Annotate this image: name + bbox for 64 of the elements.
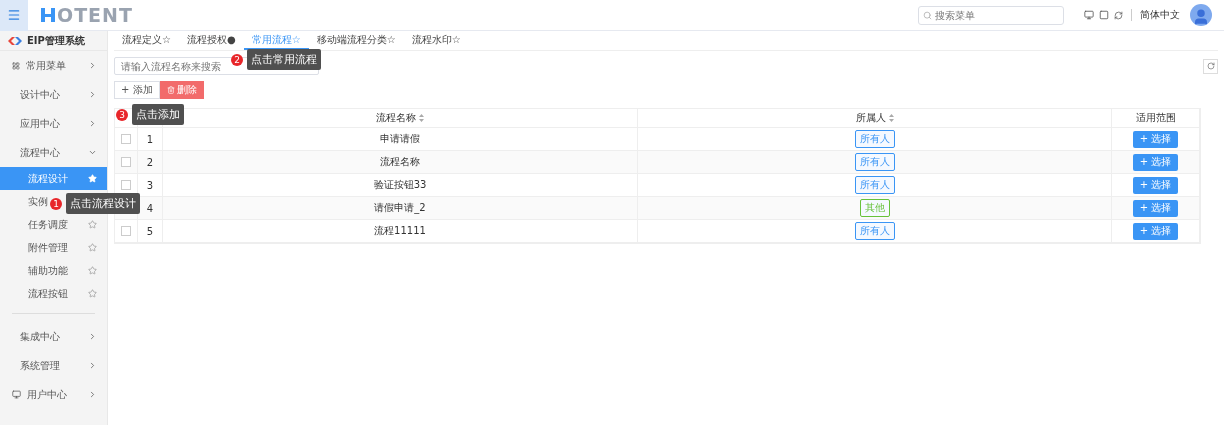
table-cell: 5 [138, 220, 163, 242]
star-icon[interactable] [88, 289, 97, 298]
grid-icon [12, 61, 20, 70]
user-avatar[interactable] [1190, 4, 1212, 26]
sidebar-subitem[interactable]: 附件管理 [0, 236, 107, 259]
user-icon [1192, 8, 1210, 26]
column-header[interactable]: 所属人 [855, 111, 886, 125]
sidebar-item[interactable]: 用户中心 [0, 380, 107, 409]
menu-button[interactable] [0, 0, 28, 31]
owner-tag: 其他 [859, 199, 890, 217]
tab[interactable]: 移动端流程分类☆ [308, 31, 404, 50]
sort-icon[interactable] [888, 114, 894, 122]
row-checkbox[interactable] [121, 157, 131, 167]
sidebar-item[interactable]: 应用中心 [0, 109, 107, 138]
logo-text: OTENT [57, 4, 133, 26]
sidebar-item[interactable]: 设计中心 [0, 80, 107, 109]
sidebar-subitem[interactable]: 流程按钮 [0, 282, 107, 305]
owner-tag: 所有人 [854, 153, 895, 171]
square-icon[interactable] [1099, 10, 1109, 20]
table-cell: 流程11111 [163, 220, 638, 242]
tooltip: 点击流程设计 [66, 193, 140, 214]
trash-icon [166, 86, 175, 94]
table-cell: 2 [138, 151, 163, 173]
language-selector[interactable]: 简体中文 [1140, 8, 1180, 22]
refresh-button[interactable] [1203, 58, 1218, 74]
table-cell: 流程名称 [163, 151, 638, 173]
tooltip: 点击常用流程 [247, 49, 321, 70]
sidebar-subitem[interactable]: 辅助功能 [0, 259, 107, 282]
sort-icon[interactable] [419, 114, 424, 122]
sidebar-item[interactable]: 集成中心 [0, 322, 107, 351]
refresh-icon[interactable] [1206, 62, 1215, 70]
table-cell: 验证按钮33 [163, 174, 638, 196]
column-header: 适用范围 [1135, 111, 1176, 125]
tab[interactable]: 流程授权● [178, 31, 244, 50]
table-cell: 1 [138, 128, 163, 150]
sidebar-item[interactable]: 流程中心 [0, 138, 107, 167]
monitor-icon[interactable] [1084, 10, 1094, 20]
refresh-icon[interactable] [1114, 10, 1123, 20]
menu-search-field[interactable]: 搜索菜单 [918, 5, 1064, 25]
star-icon[interactable] [88, 243, 97, 252]
tab[interactable]: 流程水印☆ [403, 31, 469, 50]
sidebar-item[interactable]: 系统管理 [0, 351, 107, 380]
system-name: EIP管理系统 [27, 33, 85, 48]
step-badge: 2 [231, 53, 243, 66]
sidebar-item[interactable]: 常用菜单 [0, 51, 107, 80]
table-cell: 申请请假 [163, 128, 638, 150]
star-icon[interactable] [88, 220, 97, 229]
row-checkbox[interactable] [121, 134, 131, 144]
menu-icon[interactable] [7, 8, 21, 22]
column-header[interactable]: 流程名称 [376, 111, 416, 125]
monitor-icon [12, 390, 21, 399]
row-checkbox[interactable] [121, 180, 131, 190]
tooltip: 点击添加 [132, 104, 184, 125]
sidebar-subitem[interactable]: 任务调度 [0, 213, 107, 236]
tab[interactable]: 流程定义☆ [114, 31, 179, 50]
owner-tag: 所有人 [854, 222, 895, 240]
system-logo-icon [8, 36, 22, 45]
owner-tag: 所有人 [854, 130, 895, 148]
row-checkbox[interactable] [121, 226, 131, 236]
table-cell: 请假申请_2 [163, 197, 638, 219]
star-icon[interactable] [88, 266, 97, 275]
owner-tag: 所有人 [854, 176, 895, 194]
add-button[interactable]: + 添加 [114, 81, 160, 99]
logo-icon [40, 6, 56, 24]
